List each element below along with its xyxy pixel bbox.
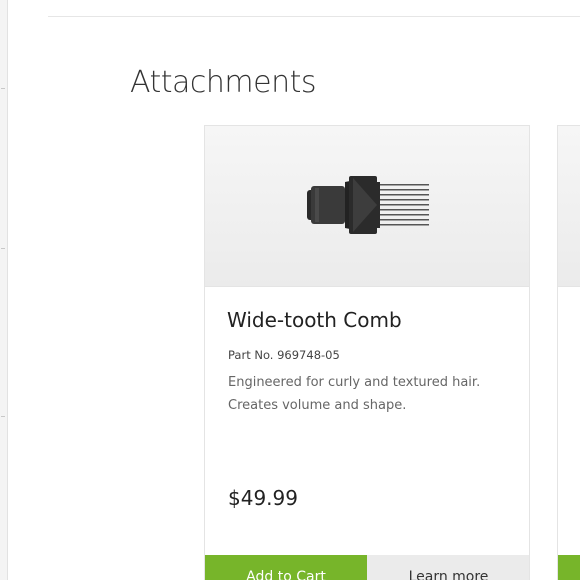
page: Attachments Wide-tooth Comb Part No. 969… xyxy=(0,0,580,580)
next-product-card[interactable] xyxy=(557,125,580,580)
product-price: $49.99 xyxy=(228,486,298,510)
product-card[interactable]: Wide-tooth Comb Part No. 969748-05 Engin… xyxy=(204,125,530,580)
edge-mark xyxy=(1,416,5,417)
product-description: Engineered for curly and textured hair. … xyxy=(228,375,481,413)
next-add-to-cart-button[interactable] xyxy=(558,555,580,580)
top-divider xyxy=(48,16,580,17)
left-window-edge xyxy=(0,0,8,580)
section-title: Attachments xyxy=(130,65,317,100)
wide-tooth-comb-icon xyxy=(307,176,429,234)
product-image[interactable] xyxy=(205,126,529,287)
add-to-cart-button[interactable]: Add to Cart xyxy=(205,555,367,580)
edge-mark xyxy=(1,88,5,89)
next-product-image[interactable] xyxy=(558,126,580,287)
learn-more-button[interactable]: Learn more xyxy=(367,555,529,580)
edge-mark xyxy=(1,248,5,249)
part-number: Part No. 969748-05 xyxy=(228,348,340,362)
product-name[interactable]: Wide-tooth Comb xyxy=(227,306,402,334)
